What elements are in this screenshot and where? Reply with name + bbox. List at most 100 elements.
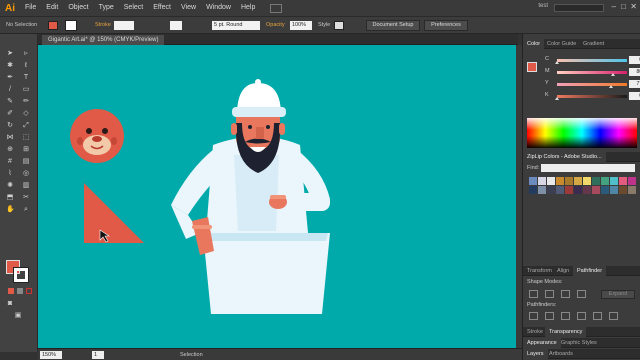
canvas[interactable] — [38, 45, 516, 348]
triangle-shape[interactable] — [84, 183, 144, 243]
draw-mode-icon[interactable]: ◙ — [6, 300, 14, 308]
zoom-level-input[interactable]: 150% — [40, 351, 62, 359]
mesh-tool-icon[interactable]: # — [6, 158, 14, 166]
exclude-icon[interactable] — [577, 290, 586, 298]
tab-color-guide[interactable]: Color Guide — [543, 39, 580, 49]
color-swatch[interactable] — [574, 177, 582, 185]
stroke-label[interactable]: Stroke — [95, 21, 111, 30]
divide-icon[interactable] — [529, 312, 538, 320]
magic-wand-icon[interactable]: ✱ — [6, 62, 14, 70]
workspace-switcher[interactable]: test — [538, 3, 548, 9]
color-swatch[interactable] — [628, 177, 636, 185]
tab-stroke[interactable]: Stroke — [523, 327, 547, 337]
menu-edit[interactable]: Edit — [41, 0, 63, 16]
slider-y[interactable]: Y 77 — [537, 80, 640, 88]
slider-knob[interactable] — [608, 85, 613, 88]
opacity-input[interactable]: 100% — [290, 21, 312, 30]
tab-transparency[interactable]: Transparency — [545, 327, 587, 337]
blob-brush-icon[interactable]: ✐ — [6, 110, 14, 118]
help-search-input[interactable] — [554, 4, 604, 12]
tab-ziplip-colors[interactable]: ZipLip Colors - Adobe Studio... — [523, 152, 606, 162]
color-swatch[interactable] — [529, 177, 537, 185]
document-tab[interactable]: Gigantic Art.ai* @ 150% (CMYK/Preview) — [42, 35, 165, 45]
minus-front-icon[interactable] — [545, 290, 554, 298]
color-swatch[interactable] — [610, 177, 618, 185]
color-swatch[interactable] — [619, 186, 627, 194]
artboard-tool-icon[interactable]: ⬒ — [6, 194, 14, 202]
color-swatch[interactable] — [583, 186, 591, 194]
color-swatch[interactable] — [547, 177, 555, 185]
color-swatch[interactable] — [538, 177, 546, 185]
maximize-icon[interactable]: □ — [621, 2, 626, 11]
color-swatch[interactable] — [556, 186, 564, 194]
perspective-grid-icon[interactable]: ⊞ — [22, 146, 30, 154]
line-tool-icon[interactable]: / — [6, 86, 14, 94]
blend-tool-icon[interactable]: ◎ — [22, 170, 30, 178]
expand-button[interactable]: Expand — [601, 290, 635, 299]
slider-knob[interactable] — [555, 97, 559, 100]
pen-tool-icon[interactable]: ✒ — [6, 74, 14, 82]
color-panel-fill-swatch[interactable] — [527, 62, 537, 72]
tab-align[interactable]: Align — [553, 266, 573, 276]
color-swatch[interactable] — [601, 177, 609, 185]
slider-track[interactable] — [557, 83, 627, 86]
artboard[interactable] — [38, 45, 516, 348]
fill-swatch[interactable] — [48, 21, 58, 30]
color-swatch[interactable] — [592, 177, 600, 185]
tab-artboards[interactable]: Artboards — [545, 349, 577, 359]
rotate-tool-icon[interactable]: ↻ — [6, 122, 14, 130]
slider-m[interactable]: M 80 — [537, 68, 640, 76]
selection-tool-icon[interactable]: ➤ — [6, 50, 14, 58]
brush-dropdown[interactable]: 5 pt. Round — [212, 21, 260, 30]
slider-track[interactable] — [557, 95, 627, 98]
menu-effect[interactable]: Effect — [148, 0, 176, 16]
type-tool-icon[interactable]: T — [22, 74, 30, 82]
color-swatch[interactable] — [619, 177, 627, 185]
tab-pathfinder[interactable]: Pathfinder — [573, 266, 607, 276]
color-swatch[interactable] — [583, 177, 591, 185]
color-swatch[interactable] — [574, 186, 582, 194]
color-mode-icon[interactable] — [8, 288, 14, 294]
preferences-button[interactable]: Preferences — [424, 20, 468, 31]
color-swatch[interactable] — [565, 177, 573, 185]
color-spectrum[interactable] — [527, 118, 637, 148]
slider-k[interactable]: K0 — [537, 92, 640, 100]
pencil-icon[interactable]: ✏ — [22, 98, 30, 106]
minus-back-icon[interactable] — [609, 312, 618, 320]
color-swatch[interactable] — [529, 186, 537, 194]
width-tool-icon[interactable]: ⋈ — [6, 134, 14, 142]
color-swatch[interactable] — [601, 186, 609, 194]
free-transform-icon[interactable]: ⬚ — [22, 134, 30, 142]
color-swatch[interactable] — [610, 186, 618, 194]
document-setup-button[interactable]: Document Setup — [366, 20, 420, 31]
gradient-mode-icon[interactable] — [17, 288, 23, 294]
none-mode-icon[interactable] — [26, 288, 32, 294]
color-swatch[interactable] — [547, 186, 555, 194]
menu-object[interactable]: Object — [63, 0, 93, 16]
rectangle-tool-icon[interactable]: ▭ — [22, 86, 30, 94]
menu-type[interactable]: Type — [94, 0, 119, 16]
menu-view[interactable]: View — [176, 0, 201, 16]
opacity-label[interactable]: Opacity — [266, 21, 285, 30]
color-swatch[interactable] — [592, 186, 600, 194]
outline-icon[interactable] — [593, 312, 602, 320]
slider-value-input[interactable]: 77 — [629, 80, 640, 88]
slider-value-input[interactable]: 0 — [629, 92, 640, 100]
eraser-icon[interactable]: ◇ — [22, 110, 30, 118]
close-icon[interactable]: ✕ — [630, 2, 637, 11]
slider-track[interactable] — [557, 71, 627, 74]
slider-knob[interactable] — [611, 73, 615, 76]
shape-builder-icon[interactable]: ⊕ — [6, 146, 14, 154]
tab-layers[interactable]: Layers — [523, 349, 548, 359]
round-face-icon[interactable] — [70, 109, 124, 163]
stroke-color-box[interactable] — [13, 267, 29, 283]
slider-value-input[interactable]: 0 — [629, 56, 640, 64]
color-swatch[interactable] — [556, 177, 564, 185]
zoom-tool-icon[interactable]: ⌕ — [22, 206, 30, 214]
intersect-icon[interactable] — [561, 290, 570, 298]
ziplip-find-input[interactable] — [541, 164, 635, 172]
graph-tool-icon[interactable]: ▥ — [22, 182, 30, 190]
menu-help[interactable]: Help — [236, 0, 260, 16]
color-swatch[interactable] — [565, 186, 573, 194]
hand-tool-icon[interactable]: ✋ — [6, 206, 15, 214]
